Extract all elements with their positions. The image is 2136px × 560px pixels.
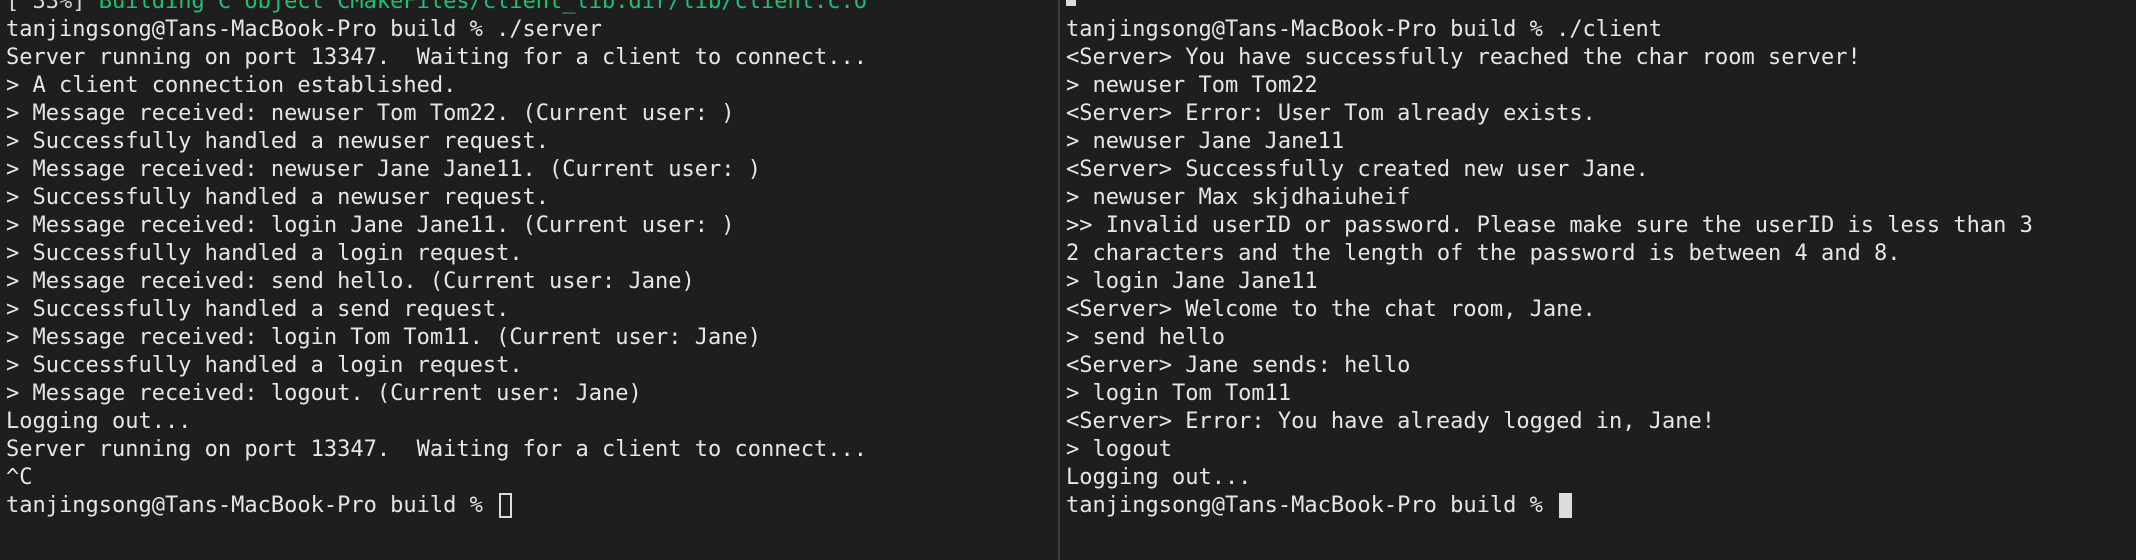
client-terminal-pane[interactable]: tanjingsong@Tans-MacBook-Pro build % ./c… xyxy=(1060,0,2136,560)
terminal-line: > login Jane Jane11 xyxy=(1066,269,1318,294)
stray-cursor-line xyxy=(1066,0,2132,16)
terminal-line: > Successfully handled a login request. xyxy=(6,353,523,378)
terminal-line: Server running on port 13347. Waiting fo… xyxy=(6,45,867,70)
text-cursor xyxy=(1559,493,1573,518)
terminal-window: [ 33%] Building C object CMakeFiles/clie… xyxy=(0,0,2136,560)
client-output: tanjingsong@Tans-MacBook-Pro build % ./c… xyxy=(1066,0,2132,520)
terminal-line: <Server> Error: You have already logged … xyxy=(1066,409,1716,434)
terminal-line: > newuser Jane Jane11 xyxy=(1066,129,1345,154)
server-terminal-pane[interactable]: [ 33%] Building C object CMakeFiles/clie… xyxy=(0,0,1058,560)
terminal-line: > Successfully handled a newuser request… xyxy=(6,129,550,154)
terminal-line: > login Tom Tom11 xyxy=(1066,381,1292,406)
terminal-line: > Successfully handled a send request. xyxy=(6,297,510,322)
terminal-line: > Message received: newuser Jane Jane11.… xyxy=(6,157,761,182)
terminal-line: Server running on port 13347. Waiting fo… xyxy=(6,437,867,462)
terminal-line: <Server> Jane sends: hello xyxy=(1066,353,1411,378)
terminal-line: <Server> Error: User Tom already exists. xyxy=(1066,101,1596,126)
prompt-line[interactable]: tanjingsong@Tans-MacBook-Pro build % xyxy=(1066,492,2132,520)
terminal-line: > Message received: login Jane Jane11. (… xyxy=(6,213,735,238)
prompt-line[interactable]: tanjingsong@Tans-MacBook-Pro build % xyxy=(6,492,1054,520)
terminal-line: > Message received: login Tom Tom11. (Cu… xyxy=(6,325,761,350)
server-output: [ 33%] Building C object CMakeFiles/clie… xyxy=(6,0,1054,520)
terminal-line: >> Invalid userID or password. Please ma… xyxy=(1066,213,2033,238)
terminal-line: > Successfully handled a login request. xyxy=(6,241,523,266)
build-progress-line: [ 33%] Building C object CMakeFiles/clie… xyxy=(6,0,1054,16)
shell-prompt: tanjingsong@Tans-MacBook-Pro build % xyxy=(1066,493,1557,518)
terminal-line: > A client connection established. xyxy=(6,73,457,98)
terminal-line: 2 characters and the length of the passw… xyxy=(1066,241,1901,266)
terminal-line: <Server> Welcome to the chat room, Jane. xyxy=(1066,297,1596,322)
terminal-line: Logging out... xyxy=(6,409,192,434)
text-cursor xyxy=(499,493,513,518)
terminal-line: Logging out... xyxy=(1066,465,1252,490)
terminal-line: tanjingsong@Tans-MacBook-Pro build % ./s… xyxy=(6,17,603,42)
terminal-line: > send hello xyxy=(1066,325,1225,350)
terminal-line: > newuser Max skjdhaiuheif xyxy=(1066,185,1411,210)
build-progress-percent: [ 33%] xyxy=(6,0,99,14)
terminal-line: tanjingsong@Tans-MacBook-Pro build % ./c… xyxy=(1066,17,1663,42)
terminal-line: ^C xyxy=(6,465,33,490)
terminal-line: > logout xyxy=(1066,437,1172,462)
shell-prompt: tanjingsong@Tans-MacBook-Pro build % xyxy=(6,493,497,518)
terminal-line: > Message received: send hello. (Current… xyxy=(6,269,695,294)
terminal-line: > newuser Tom Tom22 xyxy=(1066,73,1318,98)
cursor-artifact xyxy=(1066,0,1076,6)
terminal-line: > Message received: logout. (Current use… xyxy=(6,381,642,406)
terminal-line: <Server> Successfully created new user J… xyxy=(1066,157,1649,182)
build-progress-text: Building C object CMakeFiles/client_lib.… xyxy=(98,0,867,14)
terminal-line: <Server> You have successfully reached t… xyxy=(1066,45,1861,70)
terminal-line: > Message received: newuser Tom Tom22. (… xyxy=(6,101,735,126)
terminal-line: > Successfully handled a newuser request… xyxy=(6,185,550,210)
